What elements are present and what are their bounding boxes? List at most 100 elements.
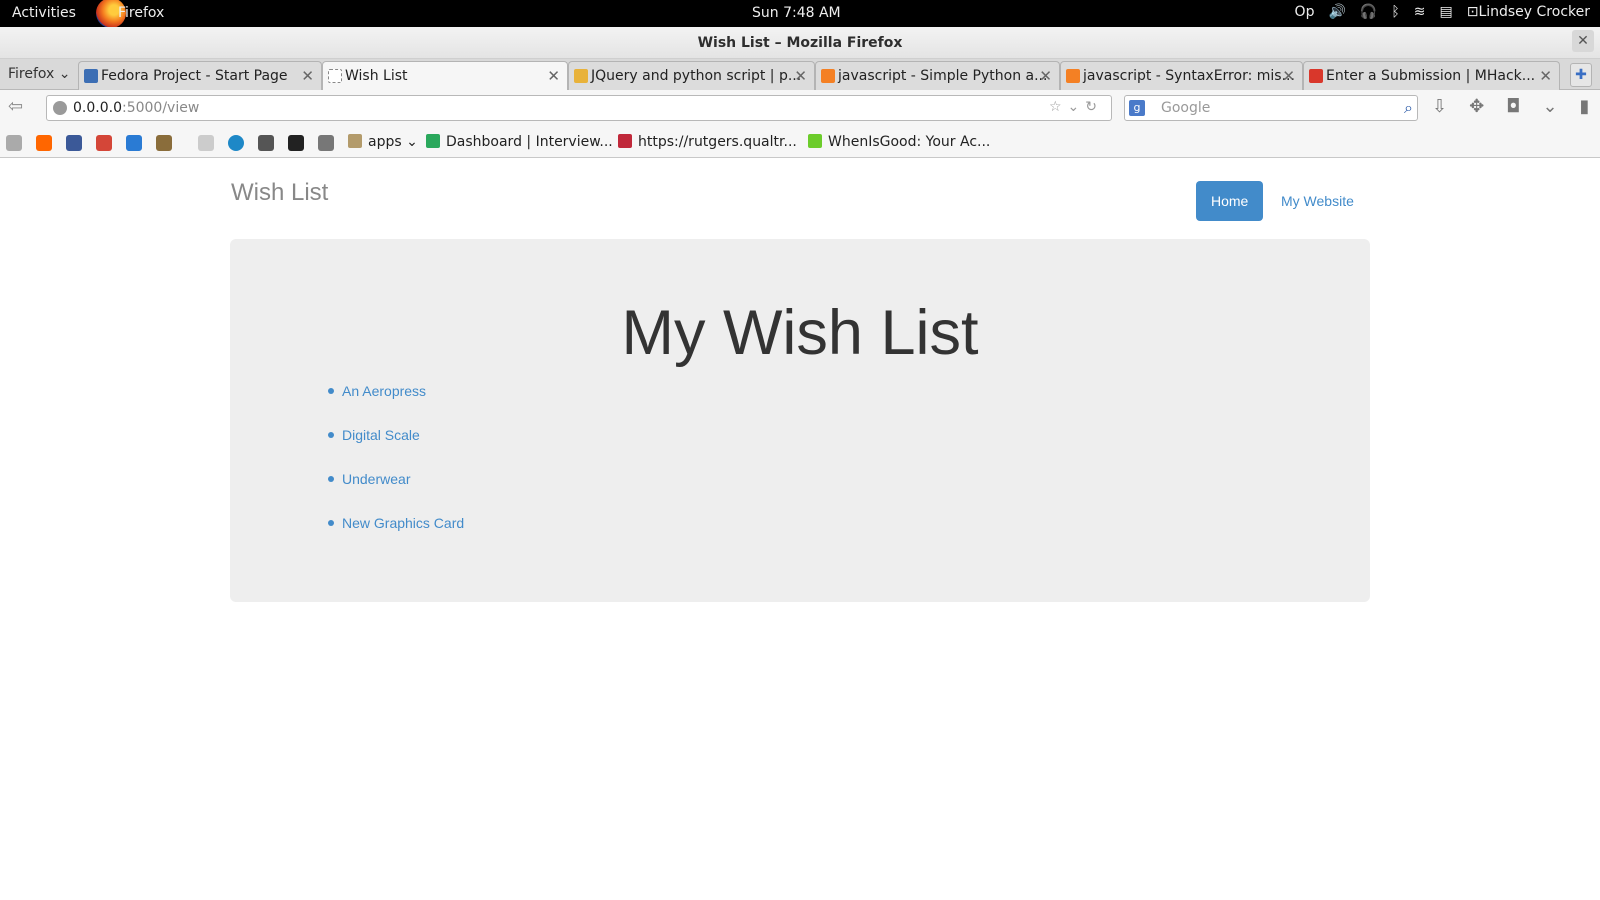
search-bar: g ⌕ — [1124, 95, 1418, 121]
tab-close-icon[interactable]: ✕ — [1039, 67, 1052, 85]
wifi-icon[interactable]: ≋ — [1414, 4, 1426, 20]
tab-close-icon[interactable]: ✕ — [794, 67, 807, 85]
tab-wish-list[interactable]: Wish List ✕ — [322, 61, 568, 91]
bullet-icon — [328, 432, 334, 438]
blank-page-favicon-icon — [328, 69, 342, 83]
tab-fedora[interactable]: Fedora Project - Start Page ✕ — [78, 61, 322, 90]
list-item[interactable]: Underwear — [328, 471, 464, 515]
bullet-icon — [328, 476, 334, 482]
stackoverflow-favicon-icon — [821, 69, 835, 83]
extension-icon[interactable]: ✥ — [1469, 96, 1484, 117]
tab-syntax-error[interactable]: javascript - SyntaxError: mis... ✕ — [1060, 61, 1303, 90]
bluetooth-icon[interactable]: ᛒ — [1391, 4, 1399, 20]
nav-my-website-link[interactable]: My Website — [1266, 181, 1369, 221]
tab-label: javascript - SyntaxError: mis... — [1083, 68, 1295, 84]
pocket-icon[interactable]: ⌄ — [1068, 99, 1086, 115]
globe-icon — [53, 101, 67, 115]
navigation-toolbar: ⇦ 0.0.0.0:5000/view ☆⌄↻ g ⌕ ⇩ ✥ ◘ ⌄ ▮ — [0, 90, 1600, 126]
mhacks-favicon-icon — [1309, 69, 1323, 83]
list-item[interactable]: An Aeropress — [328, 383, 464, 427]
os-top-bar: Activities Firefox Sun 7:48 AM Op 🔊 🎧 ᛒ … — [0, 0, 1600, 28]
ycombinator-icon[interactable] — [36, 135, 52, 151]
app-menu[interactable]: Firefox — [118, 5, 164, 21]
tab-simple-python[interactable]: javascript - Simple Python a... ✕ — [815, 61, 1060, 90]
download-icon[interactable]: ⇩ — [1432, 96, 1447, 117]
link-icon[interactable] — [198, 135, 214, 151]
page-heading: My Wish List — [621, 298, 979, 368]
folder-icon — [348, 134, 362, 148]
pb-favicon-icon — [574, 69, 588, 83]
clipboard-icon[interactable]: ▤ — [1439, 4, 1452, 20]
reddit-icon[interactable] — [6, 135, 22, 151]
bookmark-icon[interactable] — [156, 135, 172, 151]
gmail-icon[interactable] — [96, 135, 112, 151]
search-input[interactable] — [1161, 99, 1381, 117]
window-titlebar: Wish List – Mozilla Firefox ✕ — [0, 27, 1600, 59]
back-button[interactable]: ⇦ — [8, 96, 32, 120]
tool-icon[interactable] — [318, 135, 334, 151]
pocket-button-icon[interactable]: ◘ — [1506, 96, 1520, 117]
bookmark-dashboard[interactable]: Dashboard | Interview... — [426, 134, 613, 150]
bookmark-label: WhenIsGood: Your Ac... — [828, 134, 991, 150]
input-indicator[interactable]: Op — [1295, 4, 1315, 20]
user-menu[interactable]: ⊡ Lindsey Crocker — [1467, 4, 1590, 20]
bookmark-label: https://rutgers.qualtr... — [638, 134, 797, 150]
wish-item-link[interactable]: Digital Scale — [342, 427, 420, 443]
new-tab-button[interactable]: ✚ — [1570, 63, 1592, 87]
bookmarks-menu-icon[interactable]: ▮ — [1580, 96, 1590, 117]
rutgers-favicon-icon — [618, 134, 632, 148]
firefox-menu-button[interactable]: Firefox ⌄ — [8, 66, 71, 82]
google-engine-icon[interactable]: g — [1129, 100, 1145, 116]
film-icon[interactable] — [288, 135, 304, 151]
jumbotron: My Wish List An Aeropress Digital Scale … — [230, 239, 1370, 602]
facebook-icon[interactable] — [66, 135, 82, 151]
tab-label: JQuery and python script | p... — [591, 68, 802, 84]
tab-close-icon[interactable]: ✕ — [547, 67, 560, 85]
web-page: Wish List Home My Website My Wish List A… — [0, 159, 1600, 900]
tab-close-icon[interactable]: ✕ — [301, 67, 314, 85]
url-bar[interactable]: 0.0.0.0:5000/view ☆⌄↻ — [46, 95, 1112, 121]
site-brand: Wish List — [231, 179, 329, 206]
bookmark-folder-apps[interactable]: apps ⌄ — [348, 134, 418, 150]
tab-jquery-python[interactable]: JQuery and python script | p... ✕ — [568, 61, 815, 90]
wish-item-link[interactable]: Underwear — [342, 471, 410, 487]
list-item[interactable]: Digital Scale — [328, 427, 464, 471]
wish-item-link[interactable]: An Aeropress — [342, 383, 426, 399]
bookmark-label: Dashboard | Interview... — [446, 134, 613, 150]
window-close-button[interactable]: ✕ — [1572, 30, 1594, 52]
search-magnifier-icon[interactable]: ⌕ — [1404, 98, 1413, 118]
wish-list: An Aeropress Digital Scale Underwear New… — [328, 383, 464, 559]
tab-label: Fedora Project - Start Page — [101, 68, 288, 84]
activities-button[interactable]: Activities — [12, 5, 76, 21]
system-tray: Op 🔊 🎧 ᛒ ≋ ▤ ⊡ Lindsey Crocker — [1295, 4, 1590, 20]
reload-icon[interactable]: ↻ — [1085, 99, 1103, 115]
wheninsgood-favicon-icon — [808, 134, 822, 148]
firefox-menu-label: Firefox — [8, 66, 55, 82]
url-text[interactable]: 0.0.0.0:5000/view — [73, 100, 199, 116]
bullet-icon — [328, 388, 334, 394]
bookmark-star-icon[interactable]: ☆ — [1049, 99, 1068, 115]
overflow-chevron-icon[interactable]: ⌄ — [1542, 96, 1557, 117]
bookmark-wheninsgood[interactable]: WhenIsGood: Your Ac... — [808, 134, 990, 150]
fedora-favicon-icon — [84, 69, 98, 83]
list-item[interactable]: New Graphics Card — [328, 515, 464, 559]
bookmark-rutgers[interactable]: https://rutgers.qualtr... — [618, 134, 797, 150]
nav-home-button[interactable]: Home — [1196, 181, 1264, 221]
volume-icon[interactable]: 🔊 — [1328, 4, 1345, 20]
chat-icon[interactable] — [126, 135, 142, 151]
wish-item-link[interactable]: New Graphics Card — [342, 515, 464, 531]
wifi-bookmark-icon[interactable] — [258, 135, 274, 151]
tab-close-icon[interactable]: ✕ — [1282, 67, 1295, 85]
clock[interactable]: Sun 7:48 AM — [752, 5, 841, 21]
folder-label: apps — [368, 134, 402, 150]
url-bar-actions: ☆⌄↻ — [1049, 99, 1103, 115]
tab-label: Wish List — [345, 68, 408, 84]
tab-close-icon[interactable]: ✕ — [1539, 67, 1552, 85]
user-name: Lindsey Crocker — [1478, 4, 1590, 20]
power-icon[interactable] — [228, 135, 244, 151]
tab-mhacks[interactable]: Enter a Submission | MHack... ✕ — [1303, 61, 1560, 90]
stackoverflow-favicon-icon — [1066, 69, 1080, 83]
headphones-icon: 🎧 — [1359, 4, 1378, 20]
url-path: :5000/view — [121, 100, 200, 116]
interview-favicon-icon — [426, 134, 440, 148]
